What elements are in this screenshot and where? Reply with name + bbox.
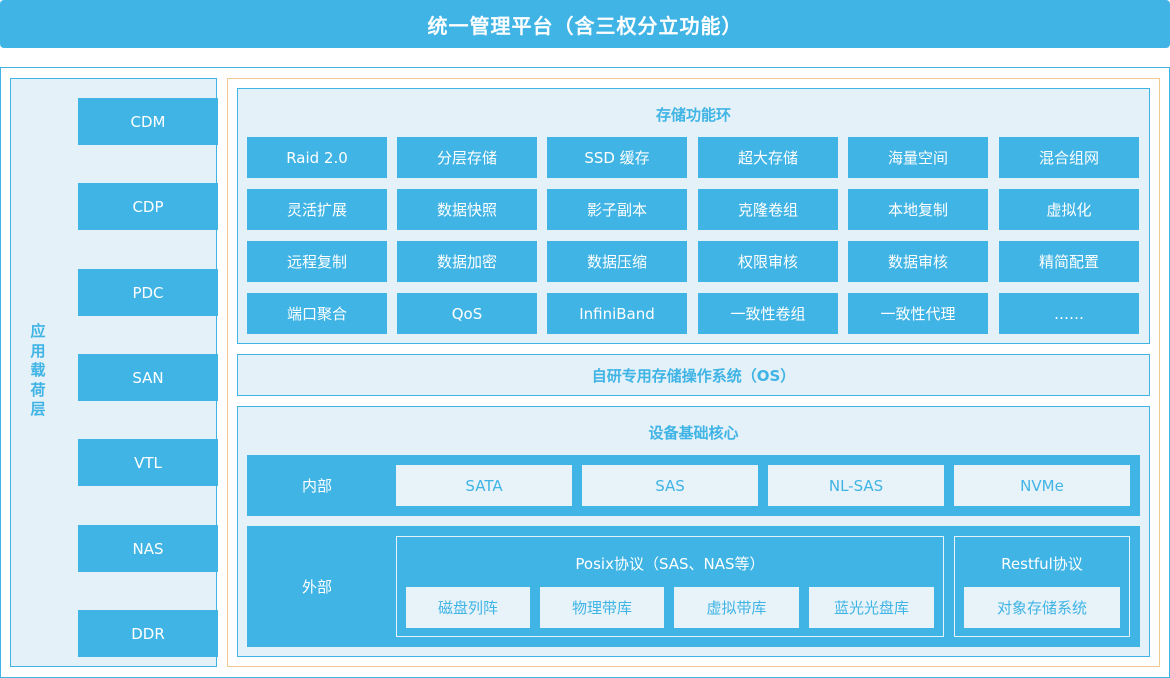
storage-os-title: 自研专用存储操作系统（OS） — [591, 366, 796, 385]
device-core-title: 设备基础核心 — [648, 424, 739, 442]
feature-qos: QoS — [397, 293, 537, 334]
posix-disk-array: 磁盘列阵 — [406, 587, 530, 628]
feature-huge-storage: 超大存储 — [698, 137, 838, 178]
feature-consistency-group: 一致性卷组 — [698, 293, 838, 334]
payload-item-san: SAN — [78, 354, 218, 401]
posix-protocol-title: Posix协议（SAS、NAS等） — [575, 555, 765, 573]
feature-hybrid-network: 混合组网 — [999, 137, 1139, 178]
interface-sata: SATA — [396, 465, 572, 506]
feature-data-audit: 数据审核 — [848, 241, 988, 282]
feature-thin-provisioning: 精简配置 — [999, 241, 1139, 282]
payload-item-cdm: CDM — [78, 98, 218, 145]
restful-object-storage: 对象存储系统 — [964, 587, 1120, 628]
feature-clone-volume: 克隆卷组 — [698, 189, 838, 230]
payload-item-cdp: CDP — [78, 183, 218, 230]
interface-nvme: NVMe — [954, 465, 1130, 506]
payload-item-nas: NAS — [78, 525, 218, 572]
feature-consistency-agent: 一致性代理 — [848, 293, 988, 334]
platform-title-bar: 统一管理平台（含三权分立功能） — [0, 0, 1170, 48]
feature-raid: Raid 2.0 — [247, 137, 387, 178]
interface-nl-sas: NL-SAS — [768, 465, 944, 506]
feature-more: …… — [999, 293, 1139, 334]
internal-label: 内部 — [301, 477, 332, 495]
feature-ssd-cache: SSD 缓存 — [547, 137, 687, 178]
feature-tiered-storage: 分层存储 — [397, 137, 537, 178]
platform-title: 统一管理平台（含三权分立功能） — [427, 13, 743, 38]
feature-port-aggregation: 端口聚合 — [247, 293, 387, 334]
storage-os-bar: 自研专用存储操作系统（OS） — [237, 354, 1150, 396]
payload-item-ddr: DDR — [78, 610, 218, 657]
app-payload-label: 应用载荷层 — [30, 322, 46, 418]
posix-virtual-tape-library: 虚拟带库 — [674, 587, 799, 628]
feature-massive-space: 海量空间 — [848, 137, 988, 178]
feature-compression: 数据压缩 — [547, 241, 687, 282]
feature-local-replication: 本地复制 — [848, 189, 988, 230]
feature-infiniband: InfiniBand — [547, 293, 687, 334]
storage-ring-title: 存储功能环 — [655, 106, 731, 124]
feature-encryption: 数据加密 — [397, 241, 537, 282]
feature-virtualization: 虚拟化 — [999, 189, 1139, 230]
feature-permission-audit: 权限审核 — [698, 241, 838, 282]
feature-remote-replication: 远程复制 — [247, 241, 387, 282]
posix-physical-tape-library: 物理带库 — [540, 587, 664, 628]
interface-sas: SAS — [582, 465, 758, 506]
external-label: 外部 — [301, 578, 332, 596]
feature-flexible-expansion: 灵活扩展 — [247, 189, 387, 230]
feature-snapshot: 数据快照 — [397, 189, 537, 230]
payload-item-pdc: PDC — [78, 269, 218, 316]
posix-bluray-library: 蓝光光盘库 — [809, 587, 934, 628]
feature-shadow-copy: 影子副本 — [547, 189, 687, 230]
restful-protocol-title: Restful协议 — [1001, 555, 1083, 573]
payload-item-vtl: VTL — [78, 439, 218, 486]
